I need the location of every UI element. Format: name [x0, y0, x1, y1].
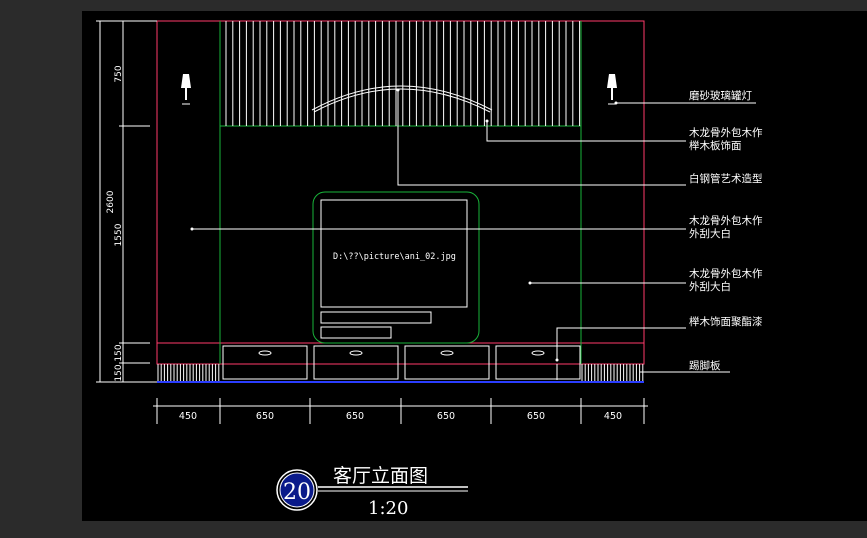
- dim-h-5: 650: [527, 411, 545, 422]
- dim-750: 750: [114, 65, 124, 82]
- dim-1550: 1550: [114, 223, 124, 246]
- note-lamp: 磨砂玻璃罐灯: [689, 89, 752, 102]
- drawing-area: [82, 11, 867, 521]
- dim-h-1: 450: [179, 411, 197, 422]
- note-steel-arch: 白钢管艺术造型: [689, 172, 763, 185]
- dim-total-height: 2600: [106, 190, 116, 213]
- dim-150-b: 150: [114, 364, 124, 381]
- dim-h-4: 650: [437, 411, 455, 422]
- drawing-title: 客厅立面图: [333, 465, 428, 487]
- annotation-line: 木龙骨外包木作: [689, 126, 763, 139]
- elevation-drawing: D:\??\picture\ani_02.jpg 磨砂玻璃罐灯 木龙骨外包木作榉…: [82, 11, 867, 521]
- dim-h-2: 650: [256, 411, 274, 422]
- annotation-line: 木龙骨外包木作: [689, 267, 763, 280]
- image-reference: D:\??\picture\ani_02.jpg: [333, 252, 456, 262]
- drawing-number: 20: [283, 480, 311, 505]
- annotation-line: 木龙骨外包木作: [689, 214, 763, 227]
- note-cabinet-finish: 榉木饰面聚酯漆: [689, 315, 763, 328]
- dim-150-a: 150: [114, 344, 124, 361]
- annotation-line: 榉木板饰面: [689, 139, 742, 152]
- cad-viewport: D:\??\picture\ani_02.jpg 磨砂玻璃罐灯 木龙骨外包木作榉…: [0, 0, 867, 533]
- note-skirting: 踢脚板: [689, 359, 721, 372]
- dim-h-6: 450: [604, 411, 622, 422]
- annotation-line: 外刮大白: [689, 227, 731, 240]
- dim-h-3: 650: [346, 411, 364, 422]
- drawing-scale: 1:20: [368, 498, 408, 519]
- annotation-line: 外刮大白: [689, 280, 731, 293]
